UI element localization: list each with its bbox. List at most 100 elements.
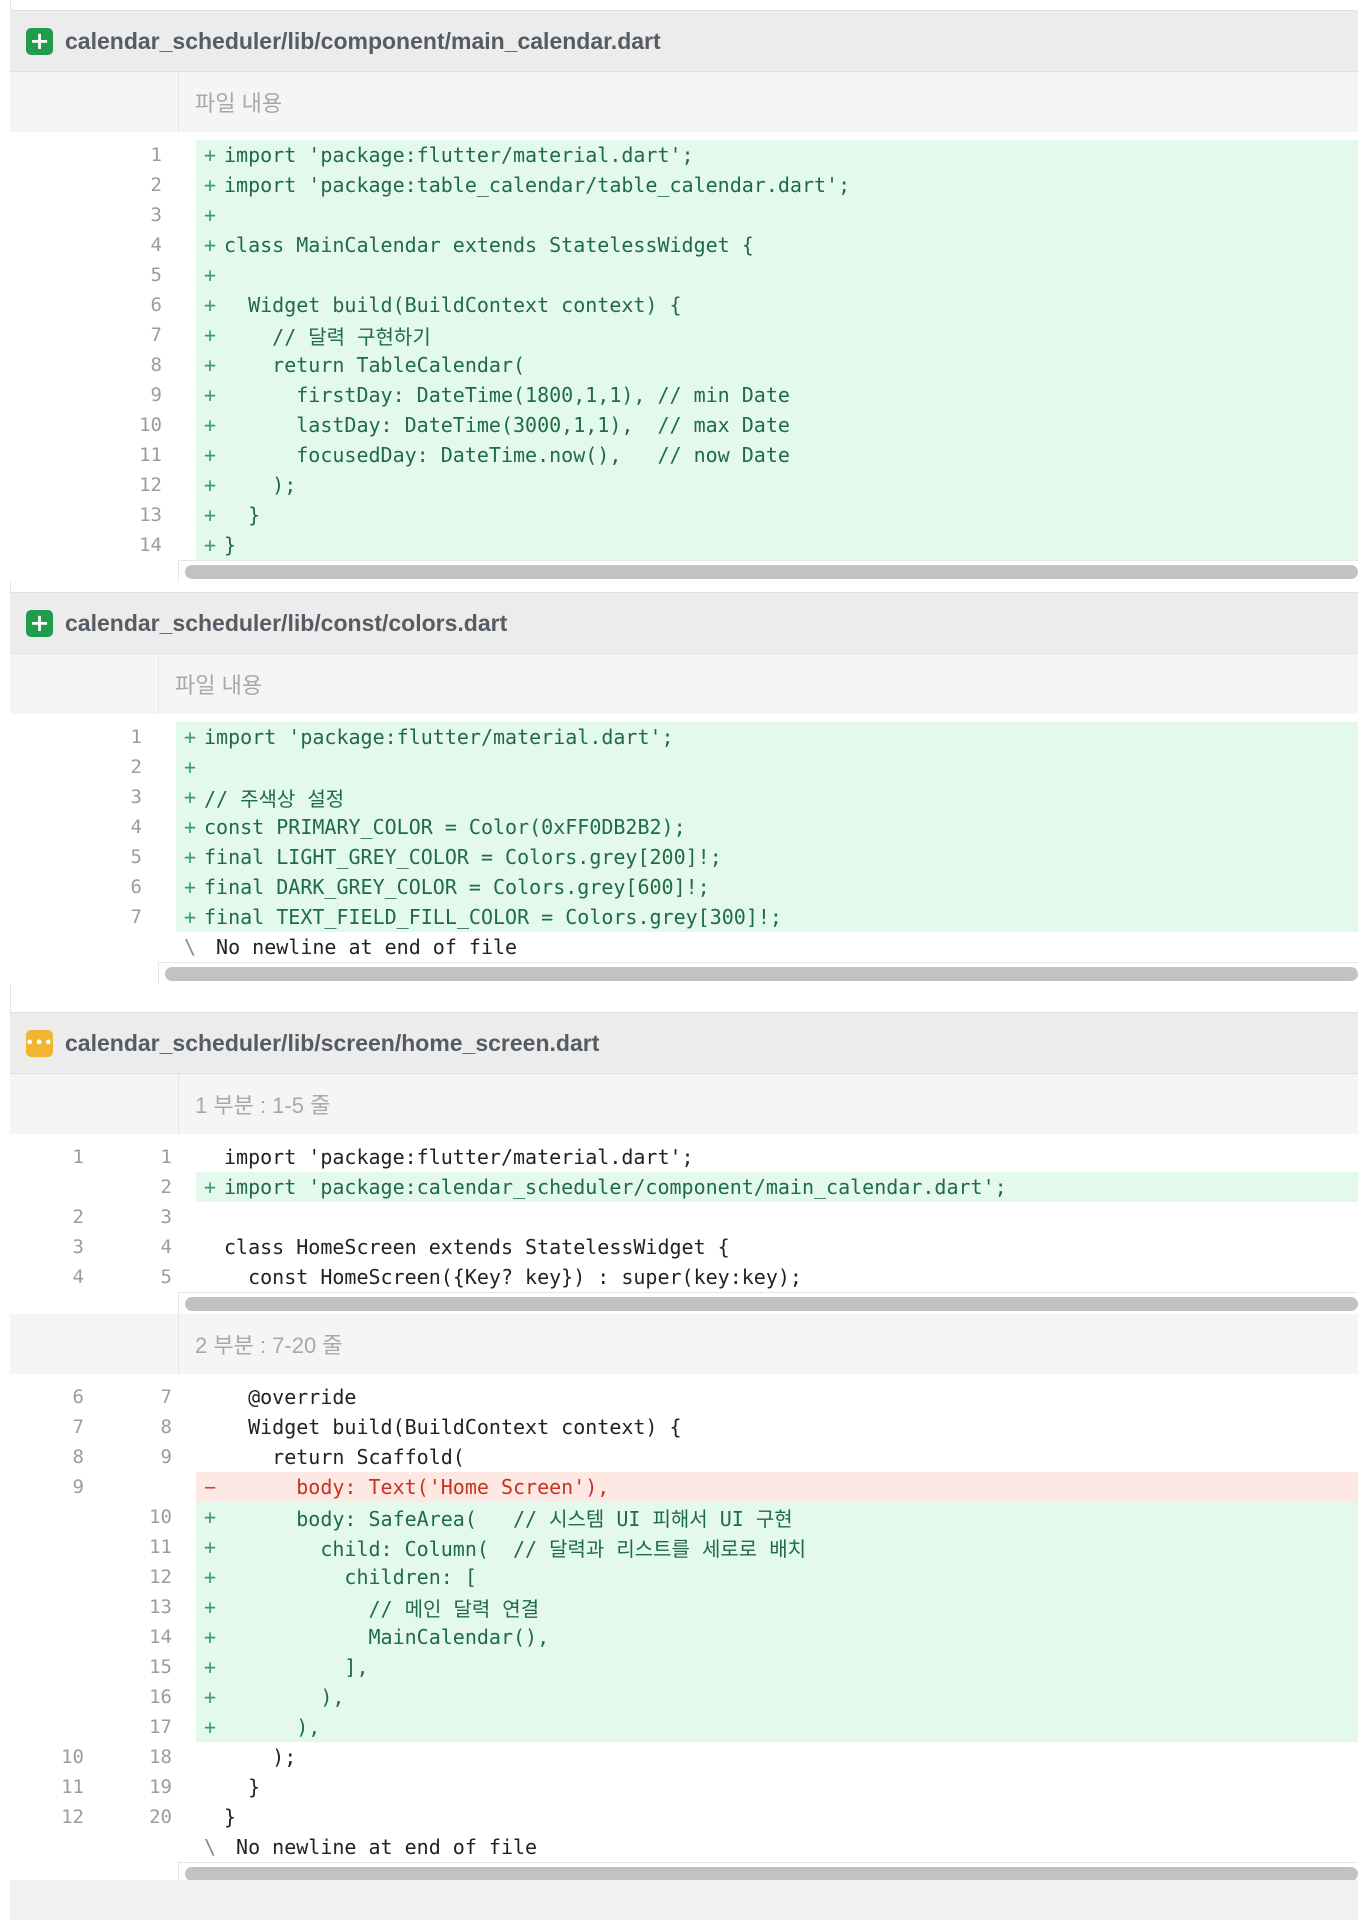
code-text: @override [224,1385,357,1409]
code-text: final DARK_GREY_COLOR = Colors.grey[600]… [204,875,710,899]
gutter-spacer [178,1742,196,1772]
line-number: 6 [130,876,142,898]
code-text: const PRIMARY_COLOR = Color(0xFF0DB2B2); [204,815,686,839]
code-line: + ); [196,470,1358,500]
hunk-gutter [10,654,158,714]
no-newline-note: \ No newline at end of file [10,932,1358,962]
file-block: ••• calendar_scheduler/lib/screen/home_sc… [10,1012,1358,1884]
code-text: child: Column( // 달력과 리스트를 세로로 배치 [224,1536,807,1561]
code-text: No newline at end of file [224,1835,538,1859]
gutter-spacer [178,1142,196,1172]
code-line: Widget build(BuildContext context) { [196,1412,1358,1442]
code-line: + [176,752,1358,782]
code-text: No newline at end of file [204,935,518,959]
hunk-gutter [10,72,178,132]
hunk-label: 2 부분 : 7-20 줄 [178,1314,1358,1374]
gutter-spacer [178,1802,196,1832]
scrollbar-thumb[interactable] [185,1866,1358,1881]
gutter-spacer [178,230,196,260]
context-line: 6 7 @override [10,1382,1358,1412]
file-path[interactable]: calendar_scheduler/lib/screen/home_scree… [65,1030,599,1057]
code-line: + body: SafeArea( // 시스템 UI 피해서 UI 구현 [196,1502,1358,1532]
hunk-label: 파일 내용 [158,654,1358,714]
code-line: + const PRIMARY_COLOR = Color(0xFF0DB2B2)… [176,812,1358,842]
code-text: final LIGHT_GREY_COLOR = Colors.grey[200… [204,845,722,869]
plus-sign: + [203,143,217,167]
gutter-spacer [178,260,196,290]
file-header[interactable]: + calendar_scheduler/lib/const/colors.dar… [10,592,1358,654]
context-line: 1 1 import 'package:flutter/material.dart… [10,1142,1358,1172]
plus-sign: + [203,263,217,287]
code-line: \ No newline at end of file [176,932,1358,962]
code-text: MainCalendar(), [224,1625,550,1649]
line-marker [196,1445,224,1469]
scrollbar-thumb[interactable] [165,966,1358,981]
plus-sign: + [203,443,217,467]
code-area: 1 1 import 'package:flutter/material.dart… [10,1134,1358,1292]
old-line-number: 1 [72,1146,84,1168]
gutter-spacer [178,1472,196,1502]
code-text: ); [224,1745,297,1769]
added-line: 7 + // 달력 구현하기 [10,320,1358,350]
code-text: lastDay: DateTime(3000,1,1), // max Date [224,413,790,437]
scrollbar-gutter [10,1292,178,1314]
hunk-header: 파일 내용 [10,72,1358,132]
gutter-spacer [178,1232,196,1262]
line-number: 8 [150,354,162,376]
horizontal-scrollbar[interactable] [178,560,1358,582]
code-line [196,1202,1358,1232]
added-line: 14 +} [10,530,1358,560]
plus-sign: + [203,1655,217,1679]
code-line: + // 메인 달력 연결 [196,1592,1358,1622]
horizontal-scrollbar-row [10,560,1358,582]
code-line: + firstDay: DateTime(1800,1,1), // min D… [196,380,1358,410]
new-line-number: 3 [160,1206,172,1228]
new-line-number: 14 [149,1626,172,1648]
code-text: children: [ [224,1565,477,1589]
context-line: 12 20 } [10,1802,1358,1832]
line-number: 14 [139,534,162,556]
new-line-number: 13 [149,1596,172,1618]
horizontal-scrollbar[interactable] [178,1292,1358,1314]
code-area: 1 + import 'package:flutter/material.dart'… [10,132,1358,560]
plus-sign: + [203,1565,217,1589]
new-line-number: 11 [149,1536,172,1558]
plus-sign: + [203,413,217,437]
added-line: 3 + [10,200,1358,230]
context-line: 7 8 Widget build(BuildContext context) { [10,1412,1358,1442]
file-path[interactable]: calendar_scheduler/lib/const/colors.dart [65,610,507,637]
new-line-number: 19 [149,1776,172,1798]
file-path[interactable]: calendar_scheduler/lib/component/main_ca… [65,28,661,55]
code-line: + import 'package:flutter/material.dart'; [176,722,1358,752]
plus-sign: + [183,875,197,899]
file-header[interactable]: + calendar_scheduler/lib/component/main_c… [10,10,1358,72]
file-header[interactable]: ••• calendar_scheduler/lib/screen/home_sc… [10,1012,1358,1074]
code-line: + return TableCalendar( [196,350,1358,380]
added-line: 7 + final TEXT_FIELD_FILL_COLOR = Colors.g… [10,902,1358,932]
code-line: − body: Text('Home Screen'), [196,1472,1358,1502]
scrollbar-thumb[interactable] [185,1296,1358,1311]
old-line-number: 4 [72,1266,84,1288]
code-line: return Scaffold( [196,1442,1358,1472]
plus-sign: + [183,725,197,749]
added-line: 6 + final DARK_GREY_COLOR = Colors.grey[60… [10,872,1358,902]
code-text: body: Text('Home Screen'), [224,1475,610,1499]
code-text: import 'package:calendar_scheduler/compo… [224,1175,1007,1199]
line-number: 2 [130,756,142,778]
hunk-label: 1 부분 : 1-5 줄 [178,1074,1358,1134]
code-text: ), [224,1685,345,1709]
hunk-header: 1 부분 : 1-5 줄 [10,1074,1358,1134]
new-line-number: 4 [160,1236,172,1258]
gutter-spacer [158,842,176,872]
code-text: class HomeScreen extends StatelessWidget… [224,1235,730,1259]
horizontal-scrollbar[interactable] [158,962,1358,984]
added-line: 10 + body: SafeArea( // 시스템 UI 피해서 UI 구현 [10,1502,1358,1532]
line-number: 7 [150,324,162,346]
line-number: 9 [150,384,162,406]
new-line-number: 1 [160,1146,172,1168]
plus-sign: + [203,503,217,527]
scrollbar-thumb[interactable] [185,564,1358,579]
added-line: 9 + firstDay: DateTime(1800,1,1), // min … [10,380,1358,410]
old-line-number: 9 [72,1476,84,1498]
new-line-number: 15 [149,1656,172,1678]
